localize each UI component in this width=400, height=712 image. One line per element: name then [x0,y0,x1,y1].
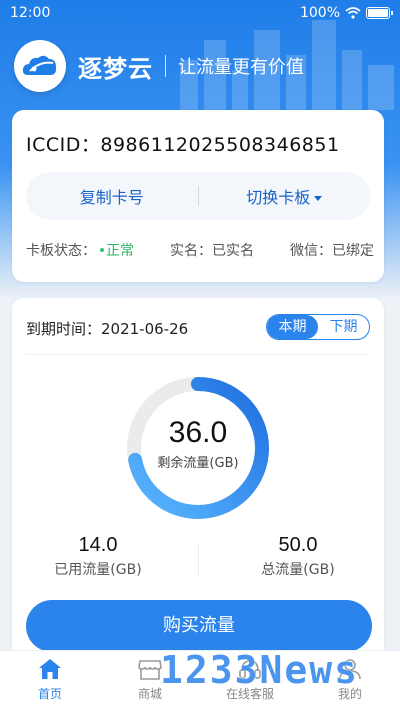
tab-next-period[interactable]: 下期 [318,315,369,339]
expiry-date: 到期时间：2021-06-26 [26,320,189,338]
card-status: 卡板状态： 正常 [26,240,134,260]
wifi-icon [345,7,361,19]
battery-icon [366,7,393,19]
wechat-status: 微信：已绑定 [290,243,374,259]
switch-card-button[interactable]: 切换卡板 [199,184,371,208]
status-dot-icon [100,247,104,252]
total-label: 总流量(GB) [261,562,335,578]
tab-mall-label: 商城 [137,687,162,701]
copy-card-number-button[interactable]: 复制卡号 [26,184,198,208]
brand-slogan: 让流量更有价值 [178,57,304,78]
tab-home[interactable]: 首页 [0,651,100,712]
cloud-logo-icon [22,55,57,75]
stat-divider [198,544,199,576]
period-switch: 本期 下期 [266,314,370,340]
tab-home-label: 首页 [37,687,62,701]
used-label: 已用流量(GB) [54,562,142,578]
remaining-value: 36.0 [168,416,228,449]
sim-card-panel: ICCID：8986112025508346851 复制卡号 切换卡板 卡板状态… [12,110,384,282]
used-value: 14.0 [78,534,118,556]
iccid-text: ICCID：8986112025508346851 [26,134,340,156]
card-status-label: 卡板状态： [26,243,96,259]
tab-current-period[interactable]: 本期 [267,315,318,339]
brand-divider [165,55,166,77]
panel-divider [26,354,370,355]
buy-traffic-button[interactable]: 购买流量 [26,600,372,652]
home-icon [39,659,61,679]
status-time: 12:00 [10,5,51,21]
used-traffic-stat: 14.0 已用流量(GB) [28,534,168,579]
brand-name: 逐梦云 [78,54,153,83]
remaining-label: 剩余流量(GB) [157,456,239,471]
card-actions: 复制卡号 切换卡板 [26,172,370,220]
status-bar: 12:00 100% [0,0,400,26]
battery-percent: 100% [299,5,340,21]
remaining-readout: 36.0 剩余流量(GB) [122,416,274,471]
card-status-value: 正常 [106,243,134,259]
watermark-text: 1233News [160,648,360,692]
total-traffic-stat: 50.0 总流量(GB) [228,534,368,579]
brand-header: 逐梦云 让流量更有价值 [14,40,304,92]
total-value: 50.0 [278,534,318,556]
caret-down-icon [314,196,323,201]
switch-card-label: 切换卡板 [246,188,311,207]
realname-status: 实名：已实名 [170,243,254,259]
app-logo [14,40,66,92]
card-info-row: 卡板状态： 正常 实名：已实名 微信：已绑定 [26,240,374,260]
